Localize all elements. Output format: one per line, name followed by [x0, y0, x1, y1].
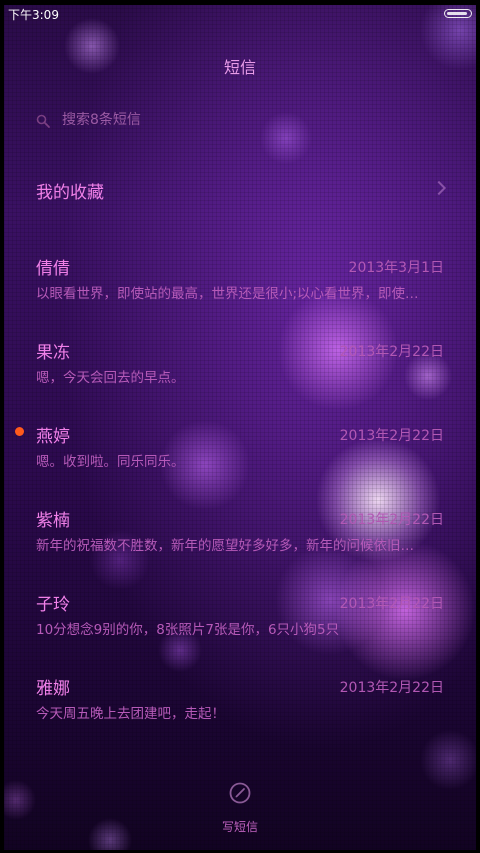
message-preview: 新年的祝福数不胜数，新年的愿望好多好多，新年的问候依旧…	[36, 538, 414, 554]
compose-icon	[229, 782, 251, 804]
thread-date: 2013年2月22日	[339, 680, 444, 696]
message-thread[interactable]: 倩倩 2013年3月1日 以眼看世界，即使站的最高，世界还是很小;以心看世界，即…	[36, 254, 446, 326]
screen-frame-right	[476, 0, 480, 853]
thread-date: 2013年2月22日	[339, 428, 444, 444]
message-preview: 10分想念9别的你，8张照片7张是你，6只小狗5只	[36, 622, 340, 638]
message-preview: 嗯，今天会回去的早点。	[36, 370, 185, 386]
thread-date: 2013年3月1日	[348, 260, 444, 276]
unread-indicator	[15, 427, 24, 436]
battery-icon	[444, 9, 472, 18]
contact-name: 燕婷	[36, 427, 70, 447]
contact-name: 果冻	[36, 343, 70, 363]
thread-date: 2013年2月22日	[339, 596, 444, 612]
message-preview: 今天周五晚上去团建吧，走起！	[36, 706, 225, 722]
chevron-right-icon	[431, 180, 447, 196]
thread-date: 2013年2月22日	[339, 344, 444, 360]
message-preview: 以眼看世界，即使站的最高，世界还是很小;以心看世界，即使…	[36, 286, 419, 302]
contact-name: 子玲	[36, 595, 70, 615]
favorites-label: 我的收藏	[36, 183, 104, 203]
message-thread[interactable]: 燕婷 2013年2月22日 嗯。收到啦。同乐同乐。	[36, 422, 446, 494]
message-preview: 嗯。收到啦。同乐同乐。	[36, 454, 185, 470]
screen-frame-left	[0, 0, 4, 853]
message-thread[interactable]: 果冻 2013年2月22日 嗯，今天会回去的早点。	[36, 338, 446, 410]
favorites-row[interactable]: 我的收藏	[36, 176, 448, 204]
contact-name: 倩倩	[36, 259, 70, 279]
search-icon	[36, 114, 50, 128]
message-thread[interactable]: 紫楠 2013年2月22日 新年的祝福数不胜数，新年的愿望好多好多，新年的问候依…	[36, 506, 446, 578]
status-time: 下午3:09	[8, 8, 59, 22]
search-bar[interactable]	[36, 110, 436, 132]
message-thread[interactable]: 雅娜 2013年2月22日 今天周五晚上去团建吧，走起！	[36, 674, 446, 746]
contact-name: 雅娜	[36, 679, 70, 699]
thread-date: 2013年2月22日	[339, 512, 444, 528]
search-input[interactable]	[62, 110, 362, 130]
compose-label: 写短信	[221, 820, 258, 834]
status-bar: 下午3:09	[4, 5, 476, 23]
page-title: 短信	[223, 58, 256, 77]
compose-button[interactable]: 写短信	[200, 780, 280, 836]
message-thread[interactable]: 子玲 2013年2月22日 10分想念9别的你，8张照片7张是你，6只小狗5只	[36, 590, 446, 662]
battery-level	[447, 12, 467, 15]
contact-name: 紫楠	[36, 511, 70, 531]
